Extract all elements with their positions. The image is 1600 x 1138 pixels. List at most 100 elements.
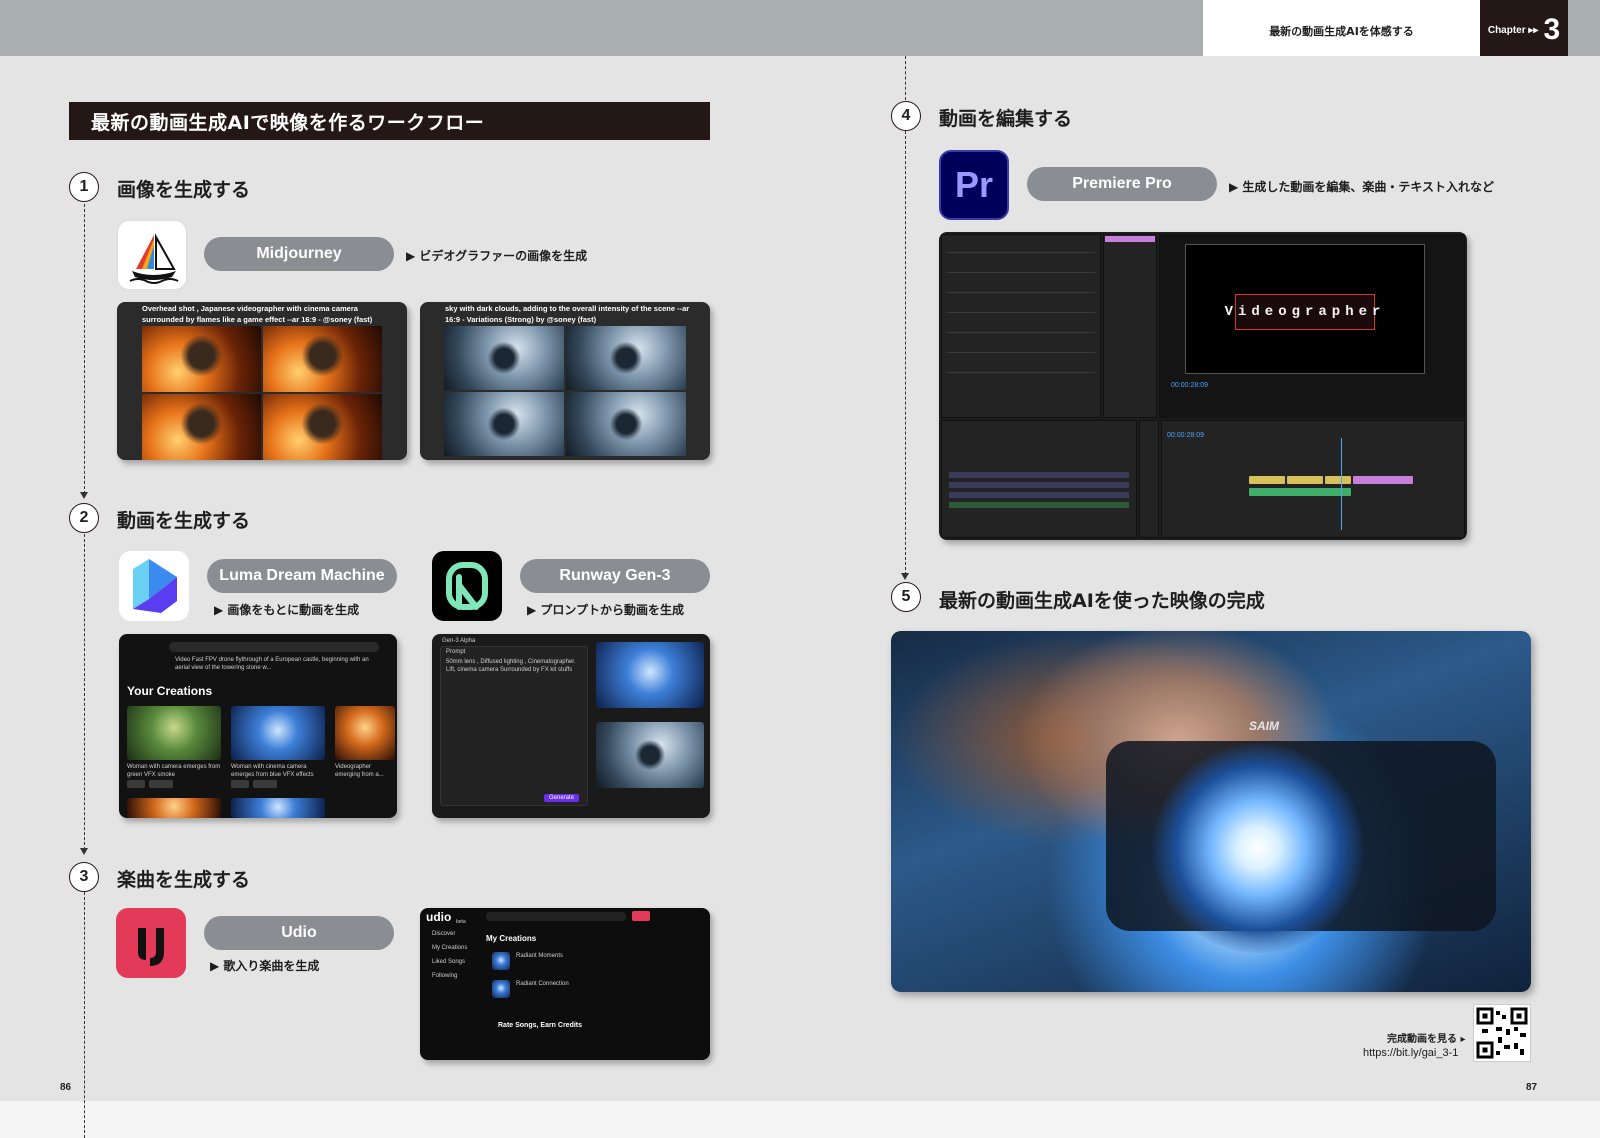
pp-effect-controls <box>941 234 1101 418</box>
premiere-desc: ▶ 生成した動画を編集、楽曲・テキスト入れなど <box>1229 180 1495 194</box>
pp-row <box>947 252 1095 253</box>
luma-search-bar <box>169 642 379 652</box>
runway-prompt-text[interactable]: 50mm lens , Diffused lighting , Cinemato… <box>446 658 576 674</box>
pp-row <box>947 292 1095 293</box>
luma-label: Luma Dream Machine <box>207 559 397 593</box>
mj-fire-image <box>263 394 382 460</box>
mj-fire-image <box>263 326 382 392</box>
midjourney-label: Midjourney <box>204 237 394 271</box>
udio-search-bar[interactable] <box>486 912 626 921</box>
pp-project-item[interactable] <box>949 482 1129 488</box>
running-title: 最新の動画生成AIを体感する <box>1203 0 1480 56</box>
pp-audio-clip[interactable] <box>1249 488 1351 496</box>
runway-prompt-label: Prompt <box>446 649 466 655</box>
udio-nav-item[interactable]: My Creations <box>432 944 467 952</box>
udio-track-art <box>492 980 510 998</box>
pp-project-panel <box>941 420 1137 538</box>
flow-line-1 <box>84 204 85 494</box>
pp-project-item[interactable] <box>949 502 1129 508</box>
udio-track-title[interactable]: Radiant Connection <box>516 980 569 988</box>
pp-graphics-panel <box>1103 234 1157 418</box>
runway-output-1 <box>596 642 704 708</box>
udio-nav-item[interactable]: Discover <box>432 930 455 938</box>
runway-icon <box>432 551 502 621</box>
step-2-number: 2 <box>69 503 99 533</box>
premiere-label: Premiere Pro <box>1027 167 1217 201</box>
runway-generate-button[interactable]: Generate <box>544 794 580 802</box>
step-5-title: 最新の動画生成AIを使った映像の完成 <box>939 590 1265 612</box>
pp-row <box>947 312 1095 313</box>
step-1-number: 1 <box>69 172 99 202</box>
luma-thumb <box>231 798 325 818</box>
workflow-title: 最新の動画生成AIで映像を作るワークフロー <box>69 102 710 140</box>
step-4-title: 動画を編集する <box>939 108 1073 130</box>
flow-line-2 <box>84 534 85 850</box>
pp-video-clip[interactable] <box>1325 476 1351 484</box>
premiere-pro-icon: Pr <box>939 150 1009 220</box>
flow-line-4 <box>905 131 906 575</box>
chapter-number: 3 <box>1543 13 1561 46</box>
midjourney-fire-screenshot: Overhead shot , Japanese videographer wi… <box>117 302 407 460</box>
step-2-title: 動画を生成する <box>117 510 251 532</box>
midjourney-ice-screenshot: sky with dark clouds, adding to the over… <box>420 302 710 460</box>
udio-screenshot: udio beta Discover My Creations Liked So… <box>420 908 710 1060</box>
flow-arrow-1 <box>80 492 88 499</box>
luma-download-button[interactable] <box>149 780 173 788</box>
mj-fire-grid <box>142 326 382 460</box>
pp-row <box>947 352 1095 353</box>
udio-nav-item[interactable]: Liked Songs <box>432 958 465 966</box>
pp-row <box>947 272 1095 273</box>
flow-line-3 <box>84 892 85 1138</box>
runway-output-2 <box>596 722 704 788</box>
flow-arrow-4 <box>901 573 909 580</box>
pp-project-item[interactable] <box>949 472 1129 478</box>
runway-model: Gen-3 Alpha <box>442 638 476 644</box>
pp-title-graphic: Videographer <box>1225 294 1380 330</box>
pp-program-timecode: 00:00:28:09 <box>1171 382 1208 389</box>
runway-desc: ▶ プロンプトから動画を生成 <box>527 603 685 617</box>
luma-download-button[interactable] <box>253 780 277 788</box>
pp-video-clip[interactable] <box>1287 476 1323 484</box>
pp-project-item[interactable] <box>949 492 1129 498</box>
mj-ice-grid <box>444 326 686 456</box>
luma-item-caption: Videographer emerging from a... <box>335 764 384 778</box>
pp-graphic-clip <box>1105 236 1155 242</box>
final-video-still: SAIM <box>891 631 1531 992</box>
page-number-left: 86 <box>60 1082 72 1093</box>
qr-label: 完成動画を見る ▸ <box>1387 1034 1466 1045</box>
step-5-number: 5 <box>891 582 921 612</box>
udio-track-title[interactable]: Radiant Moments <box>516 952 563 960</box>
pp-row <box>947 332 1095 333</box>
udio-logo: udio <box>426 910 452 924</box>
luma-item-caption: Woman with cinema camera emerges from bl… <box>231 764 314 778</box>
udio-create-button[interactable] <box>632 911 650 921</box>
camera-brand-mark: SAIM <box>1249 719 1279 733</box>
udio-icon <box>116 908 186 978</box>
chapter-badge: Chapter ▸▸ 3 <box>1480 0 1568 56</box>
premiere-screenshot: Videographer 00:00:28:09 00:00:28:09 <box>939 232 1467 540</box>
midjourney-desc: ▶ ビデオグラファーの画像を生成 <box>406 249 588 263</box>
udio-nav-item[interactable]: Following <box>432 972 457 980</box>
mj-ice-image <box>444 392 564 456</box>
pp-playhead[interactable] <box>1341 438 1342 530</box>
mj-ice-image <box>444 326 564 390</box>
flow-line-top-right <box>905 56 906 100</box>
udio-section-title: My Creations <box>486 934 537 943</box>
page-bottom-margin <box>0 1101 1600 1138</box>
udio-desc: ▶ 歌入り楽曲を生成 <box>210 959 320 973</box>
luma-thumb <box>231 706 325 760</box>
qr-url[interactable]: https://bit.ly/gai_3-1 <box>1363 1047 1458 1059</box>
page-number-right: 87 <box>1526 1082 1538 1093</box>
mj-ice-image <box>566 326 686 390</box>
luma-extend-button[interactable] <box>231 780 249 788</box>
luma-thumb <box>127 706 221 760</box>
step-3-title: 楽曲を生成する <box>117 869 251 891</box>
luma-extend-button[interactable] <box>127 780 145 788</box>
pp-tools-panel <box>1139 420 1159 538</box>
step-4-number: 4 <box>891 101 921 131</box>
qr-code-icon[interactable] <box>1473 1004 1531 1062</box>
pp-video-clip[interactable] <box>1249 476 1285 484</box>
mj-fire-caption: Overhead shot , Japanese videographer wi… <box>142 304 373 324</box>
pp-title-clip[interactable] <box>1353 476 1413 484</box>
luma-heading: Your Creations <box>127 684 213 698</box>
